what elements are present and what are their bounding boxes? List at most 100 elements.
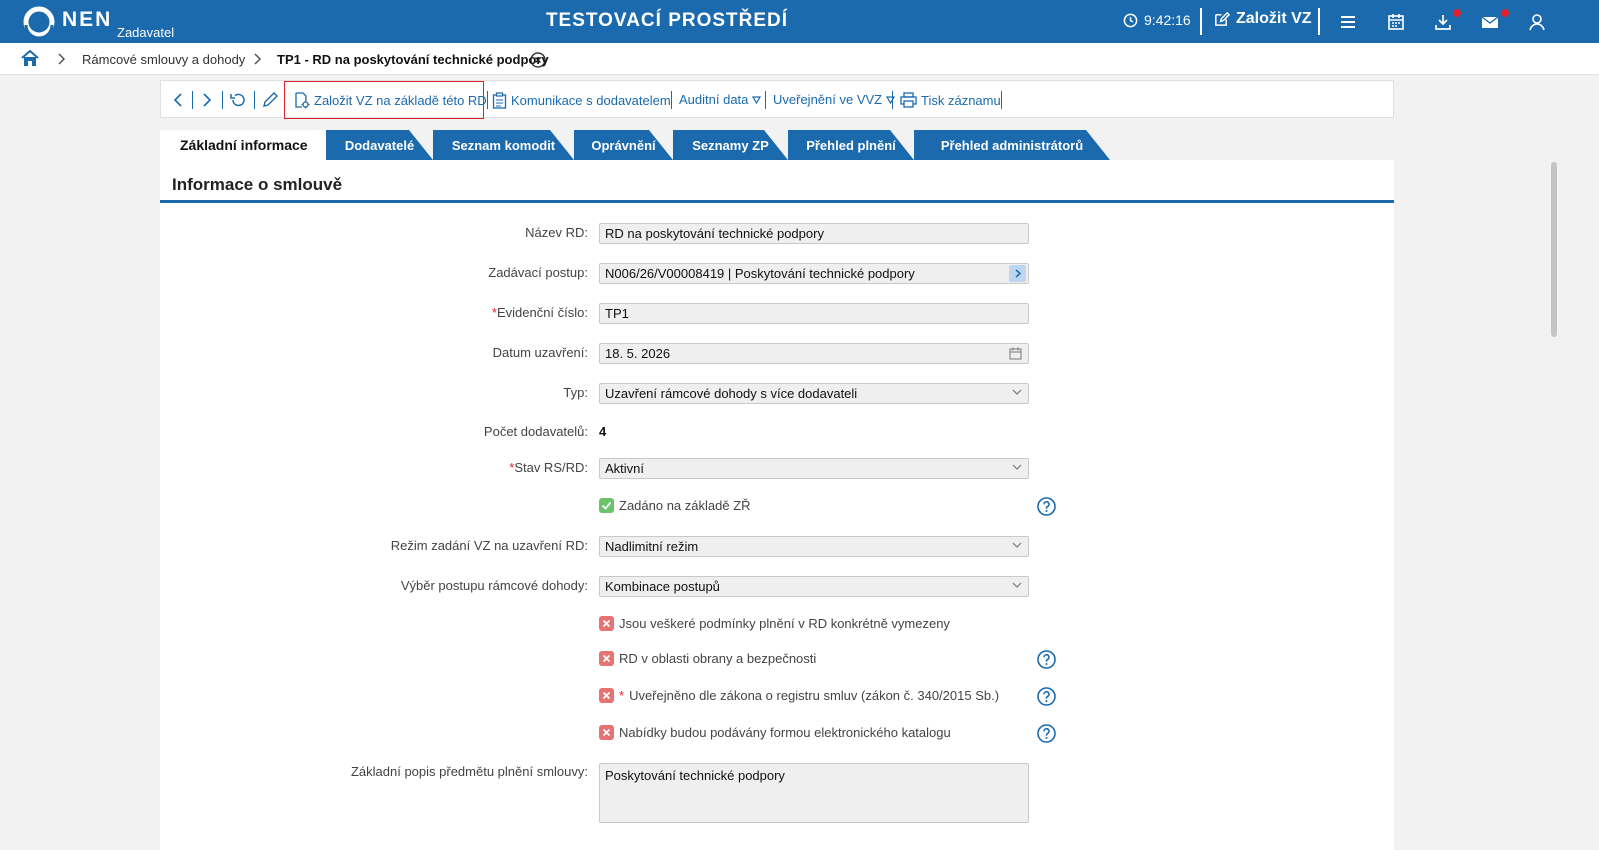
printer-icon — [900, 92, 917, 108]
selection-select[interactable]: Kombinace postupů — [599, 576, 1029, 597]
procedure-label: Zadávací postup: — [488, 265, 588, 280]
date-label: Datum uzavření: — [492, 345, 588, 360]
help-icon[interactable] — [1037, 724, 1056, 743]
download-icon[interactable] — [1433, 12, 1453, 32]
close-icon[interactable] — [530, 52, 546, 68]
state-select[interactable]: Aktivní — [599, 458, 1029, 479]
tab-zp-lists[interactable]: Seznamy ZP — [673, 130, 788, 160]
selection-value: Kombinace postupů — [605, 579, 720, 594]
closing-date-field[interactable]: 18. 5. 2026 — [599, 343, 1029, 364]
defense-checkbox[interactable]: RD v oblasti obrany a bezpečnosti — [599, 651, 816, 666]
state-label-text: Stav RS/RD: — [514, 460, 588, 475]
tab-commodity-list[interactable]: Seznam komodit — [433, 130, 574, 160]
edit-icon — [1215, 11, 1230, 26]
triangle-down-icon — [886, 95, 896, 104]
cross-icon — [599, 688, 614, 703]
regime-label: Režim zadání VZ na uzavření RD: — [390, 538, 588, 553]
edit-pencil-icon[interactable] — [262, 91, 279, 108]
print-label: Tisk záznamu — [921, 92, 1001, 108]
record-toolbar: Založit VZ na základě této RD Komunikace… — [160, 80, 1394, 119]
communication-label: Komunikace s dodavatelem — [511, 93, 671, 108]
state-value: Aktivní — [605, 461, 645, 476]
name-label: Název RD: — [525, 225, 588, 240]
breadcrumb-item-current: TP1 - RD na poskytování technické podpor… — [277, 52, 549, 67]
previous-icon[interactable] — [173, 93, 183, 107]
print-record-button[interactable]: Tisk záznamu — [900, 92, 1001, 108]
regime-value: Nadlimitní režim — [605, 539, 699, 554]
type-value: Uzavření rámcové dohody s více dodavatel… — [605, 386, 858, 401]
contract-info-panel: Informace o smlouvě Název RD: RD na posk… — [160, 160, 1394, 850]
evid-label: *Evidenční číslo: — [492, 305, 588, 320]
chevron-down-icon — [1012, 464, 1022, 470]
type-select[interactable]: Uzavření rámcové dohody s více dodavatel… — [599, 383, 1029, 404]
tab-suppliers[interactable]: Dodavatelé — [326, 130, 433, 160]
help-icon[interactable] — [1037, 497, 1056, 516]
tab-administrators-overview[interactable]: Přehled administrátorů — [914, 130, 1110, 160]
create-vz-label: Založit VZ na základě této RD — [314, 93, 487, 108]
publish-label: Uveřejnění ve VVZ — [773, 92, 883, 107]
communication-button[interactable]: Komunikace s dodavatelem — [492, 92, 671, 109]
description-label: Základní popis předmětu plnění smlouvy: — [350, 764, 588, 779]
zr-checkbox[interactable]: Zadáno na základě ZŘ — [599, 498, 751, 513]
name-field[interactable]: RD na poskytování technické podpory — [599, 223, 1029, 244]
triangle-down-icon — [752, 95, 762, 104]
required-marker: * — [619, 688, 625, 703]
section-title: Informace o smlouvě — [172, 175, 343, 194]
publish-vvz-dropdown[interactable]: Uveřejnění ve VVZ — [773, 92, 896, 107]
clock-icon — [1123, 13, 1138, 27]
chevron-right-icon — [58, 53, 66, 65]
catalog-checkbox-label: Nabídky budou podávány formou elektronic… — [619, 725, 951, 740]
regime-select[interactable]: Nadlimitní režim — [599, 536, 1029, 557]
chevron-right-icon — [1015, 269, 1022, 278]
scrollbar-thumb[interactable] — [1551, 162, 1557, 337]
chevron-down-icon — [1012, 389, 1022, 395]
evid-number-field[interactable]: TP1 — [599, 303, 1029, 324]
audit-data-dropdown[interactable]: Auditní data — [679, 92, 762, 107]
home-icon[interactable] — [21, 50, 39, 67]
procedure-field[interactable]: N006/26/V00008419 | Poskytování technick… — [599, 263, 1029, 284]
tab-fulfillment-overview[interactable]: Přehled plnění — [788, 130, 914, 160]
cross-icon — [599, 616, 614, 631]
registry-checkbox[interactable]: * Uveřejněno dle zákona o registru smluv… — [599, 688, 999, 703]
tab-bar: Základní informace Dodavatelé Seznam kom… — [160, 130, 1394, 160]
refresh-icon[interactable] — [230, 92, 247, 108]
help-icon[interactable] — [1037, 687, 1056, 706]
evid-value: TP1 — [605, 306, 629, 321]
toolbar-divider — [671, 91, 672, 109]
calendar-icon[interactable] — [1009, 347, 1022, 360]
conditions-checkbox[interactable]: Jsou veškeré podmínky plnění v RD konkré… — [599, 616, 950, 631]
clock-time: 9:42:16 — [1144, 12, 1191, 28]
open-procedure-button[interactable] — [1009, 265, 1026, 282]
user-icon[interactable] — [1527, 12, 1547, 32]
menu-icon[interactable] — [1338, 12, 1358, 32]
registry-checkbox-label: Uveřejněno dle zákona o registru smluv (… — [629, 688, 1000, 703]
header-divider — [1200, 8, 1202, 35]
checkmark-icon — [599, 498, 614, 513]
breadcrumb-item-framework[interactable]: Rámcové smlouvy a dohody — [82, 52, 245, 67]
mail-icon[interactable] — [1480, 12, 1500, 32]
download-notification-dot — [1453, 9, 1461, 17]
help-icon[interactable] — [1037, 650, 1056, 669]
mail-notification-dot — [1501, 9, 1509, 17]
suppliers-count-value: 4 — [599, 424, 607, 439]
state-label: *Stav RS/RD: — [509, 460, 588, 475]
evid-label-text: Evidenční číslo: — [496, 305, 588, 320]
new-vz-button[interactable]: Založit VZ — [1213, 10, 1312, 28]
create-vz-from-rd-button[interactable]: Založit VZ na základě této RD — [293, 92, 487, 109]
selection-label: Výběr postupu rámcové dohody: — [400, 578, 588, 593]
calendar-icon[interactable] — [1386, 12, 1406, 32]
description-value: Poskytování technické podpory — [605, 768, 785, 783]
section-divider — [160, 200, 1394, 203]
description-textarea[interactable]: Poskytování technické podpory — [599, 763, 1029, 823]
catalog-checkbox[interactable]: Nabídky budou podávány formou elektronic… — [599, 725, 951, 740]
toolbar-divider — [765, 91, 766, 109]
name-value: RD na poskytování technické podpory — [605, 226, 824, 241]
zr-checkbox-label: Zadáno na základě ZŘ — [619, 498, 751, 513]
document-gear-icon — [295, 92, 310, 109]
tab-basic-info[interactable]: Základní informace — [160, 130, 326, 160]
top-header: NEN Zadavatel TESTOVACÍ PROSTŘEDÍ 9:42:1… — [0, 0, 1599, 43]
toolbar-divider — [254, 91, 255, 109]
toolbar-divider — [487, 91, 488, 109]
next-icon[interactable] — [202, 93, 212, 107]
tab-permissions[interactable]: Oprávnění — [574, 130, 673, 160]
